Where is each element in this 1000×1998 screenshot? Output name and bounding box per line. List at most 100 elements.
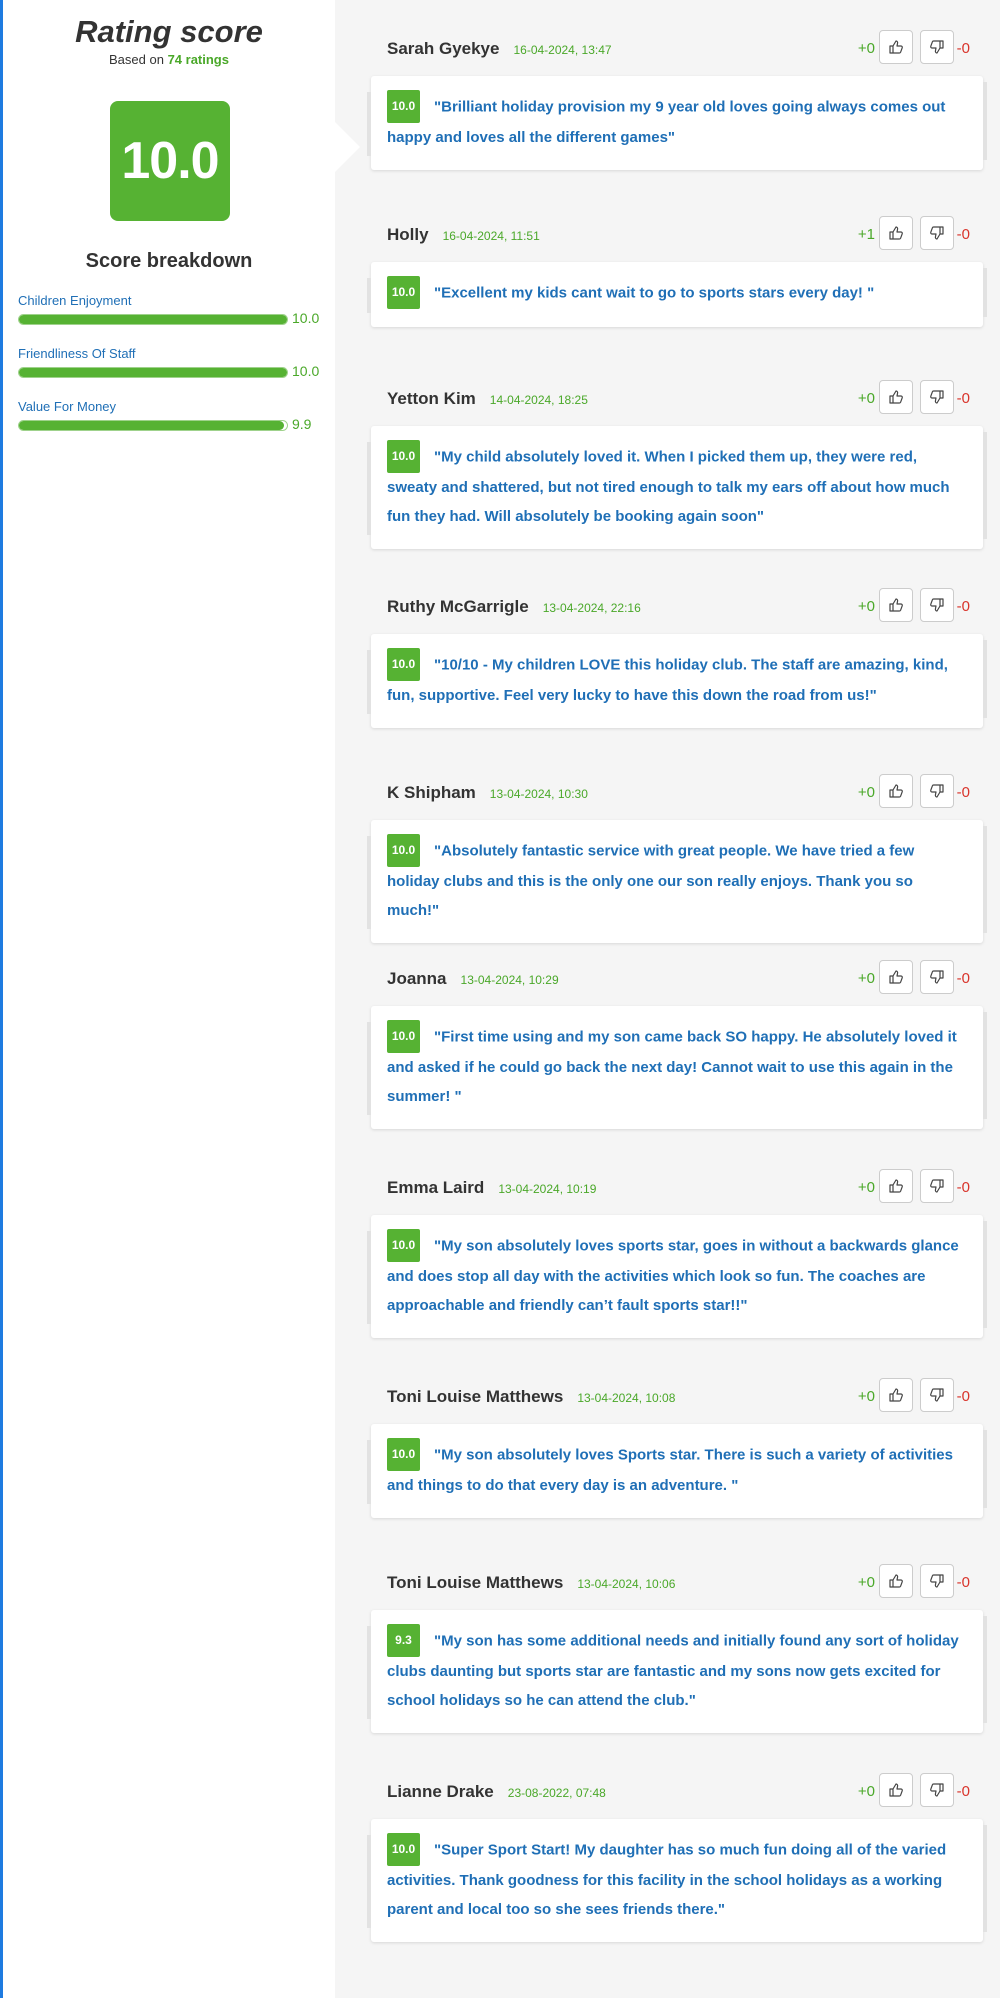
thumbs-up-button[interactable] [879,216,913,250]
thumbs-up-button[interactable] [879,1564,913,1598]
thumbs-down-button[interactable] [920,30,954,64]
thumbs-down-icon [930,226,944,240]
thumbs-up-button[interactable] [879,380,913,414]
thumbs-up-icon [889,598,903,612]
rating-summary: Rating score Based on 74 ratings 10.0 Sc… [3,0,335,1998]
review-score-badge: 9.3 [387,1624,420,1657]
review-header: Joanna 13-04-2024, 10:29 +0 -0 [387,960,1000,996]
thumbs-down-icon [930,1574,944,1588]
review-header: Toni Louise Matthews 13-04-2024, 10:06 +0… [387,1564,1000,1600]
review-header: Ruthy McGarrigle 13-04-2024, 22:16 +0 -0 [387,588,1000,624]
review-text: 10.0 "Super Sport Start! My daughter has … [387,1833,967,1924]
reviewer-name: Sarah Gyekye 16-04-2024, 13:47 [387,39,612,58]
review-score-badge: 10.0 [387,1833,420,1866]
thumbs-down-button[interactable] [920,1169,954,1203]
review-card: 9.3 "My son has some additional needs and… [367,1610,987,1733]
review-card: 10.0 "Super Sport Start! My daughter has … [367,1819,987,1942]
upvote-count: +1 [857,226,875,243]
review-date: 13-04-2024, 10:30 [489,787,588,801]
thumbs-down-icon [930,970,944,984]
thumbs-down-icon [930,784,944,798]
upvote-count: +0 [857,1388,875,1405]
reviewer-name: Lianne Drake 23-08-2022, 07:48 [387,1782,606,1801]
review-date: 13-04-2024, 22:16 [542,601,641,615]
thumbs-down-icon [930,40,944,54]
thumbs-down-button[interactable] [920,380,954,414]
review-text: 9.3 "My son has some additional needs and… [387,1624,967,1715]
thumbs-up-button[interactable] [879,774,913,808]
review-date: 13-04-2024, 10:29 [460,973,559,987]
downvote-count: -0 [956,40,970,57]
review-header: K Shipham 13-04-2024, 10:30 +0 -0 [387,774,1000,810]
reviewer-name: Yetton Kim 14-04-2024, 18:25 [387,389,588,408]
upvote-count: +0 [857,1179,875,1196]
ratings-count[interactable]: 74 ratings [168,52,229,67]
ratings-count-line: Based on 74 ratings [3,52,335,67]
review-date: 23-08-2022, 07:48 [507,1786,606,1800]
review-score-badge: 10.0 [387,1438,420,1471]
review-text: 10.0 "Absolutely fantastic service with g… [387,834,967,925]
breakdown-label: Value For Money [18,399,117,414]
thumbs-down-button[interactable] [920,960,954,994]
reviewer-name: Joanna 13-04-2024, 10:29 [387,969,559,988]
breakdown-value: 9.9 [292,416,312,432]
reviewer-name: Holly 16-04-2024, 11:51 [387,225,540,244]
review-text: 10.0 "Brilliant holiday provision my 9 ye… [387,90,967,152]
thumbs-down-button[interactable] [920,588,954,622]
review-header: Sarah Gyekye 16-04-2024, 13:47 +0 -0 [387,30,1000,66]
review-card: 10.0 "My son absolutely loves sports star… [367,1215,987,1338]
review-date: 13-04-2024, 10:08 [577,1391,676,1405]
breakdown-bar [18,367,288,378]
thumbs-up-button[interactable] [879,588,913,622]
breakdown-title: Score breakdown [85,250,253,272]
thumbs-down-button[interactable] [920,1564,954,1598]
downvote-count: -0 [956,1783,970,1800]
thumbs-up-icon [889,1388,903,1402]
reviewer-name: Ruthy McGarrigle 13-04-2024, 22:16 [387,597,641,616]
panel-notch [335,122,360,172]
review-date: 13-04-2024, 10:19 [498,1182,597,1196]
upvote-count: +0 [857,970,875,987]
breakdown-value: 10.0 [292,310,320,326]
thumbs-down-button[interactable] [920,1773,954,1807]
thumbs-up-button[interactable] [879,960,913,994]
review-score-badge: 10.0 [387,90,420,123]
thumbs-down-icon [930,598,944,612]
thumbs-up-icon [889,1783,903,1797]
thumbs-up-icon [889,390,903,404]
review-date: 16-04-2024, 13:47 [513,43,612,57]
reviewer-name: K Shipham 13-04-2024, 10:30 [387,783,588,802]
review-score-badge: 10.0 [387,648,420,681]
breakdown-item-children-enjoyment: Children Enjoyment 10.0 [18,293,320,327]
reviewer-name: Toni Louise Matthews 13-04-2024, 10:08 [387,1387,676,1406]
thumbs-up-button[interactable] [879,1773,913,1807]
thumbs-up-icon [889,1179,903,1193]
downvote-count: -0 [956,226,970,243]
thumbs-down-icon [930,1783,944,1797]
review-score-badge: 10.0 [387,1020,420,1053]
review-text: 10.0 "10/10 - My children LOVE this holid… [387,648,967,710]
thumbs-down-icon [930,1388,944,1402]
review-score-badge: 10.0 [387,276,420,309]
thumbs-up-icon [889,970,903,984]
based-on-label: Based on [109,52,168,67]
review-text: 10.0 "Excellent my kids cant wait to go t… [387,276,967,309]
downvote-count: -0 [956,390,970,407]
thumbs-up-button[interactable] [879,30,913,64]
thumbs-down-button[interactable] [920,1378,954,1412]
breakdown-bar-fill [19,421,285,430]
thumbs-down-button[interactable] [920,774,954,808]
thumbs-up-button[interactable] [879,1378,913,1412]
thumbs-down-icon [930,390,944,404]
review-score-badge: 10.0 [387,834,420,867]
breakdown-item-friendliness-of-staff: Friendliness Of Staff 10.0 [18,346,319,380]
review-card: 10.0 "Excellent my kids cant wait to go t… [367,262,987,327]
review-header: Lianne Drake 23-08-2022, 07:48 +0 -0 [387,1773,1000,1809]
review-card: 10.0 "My child absolutely loved it. When … [367,426,987,549]
thumbs-down-button[interactable] [920,216,954,250]
review-date: 16-04-2024, 11:51 [442,229,540,243]
downvote-count: -0 [956,1388,970,1405]
upvote-count: +0 [857,390,875,407]
thumbs-up-button[interactable] [879,1169,913,1203]
breakdown-label: Friendliness Of Staff [18,346,136,361]
